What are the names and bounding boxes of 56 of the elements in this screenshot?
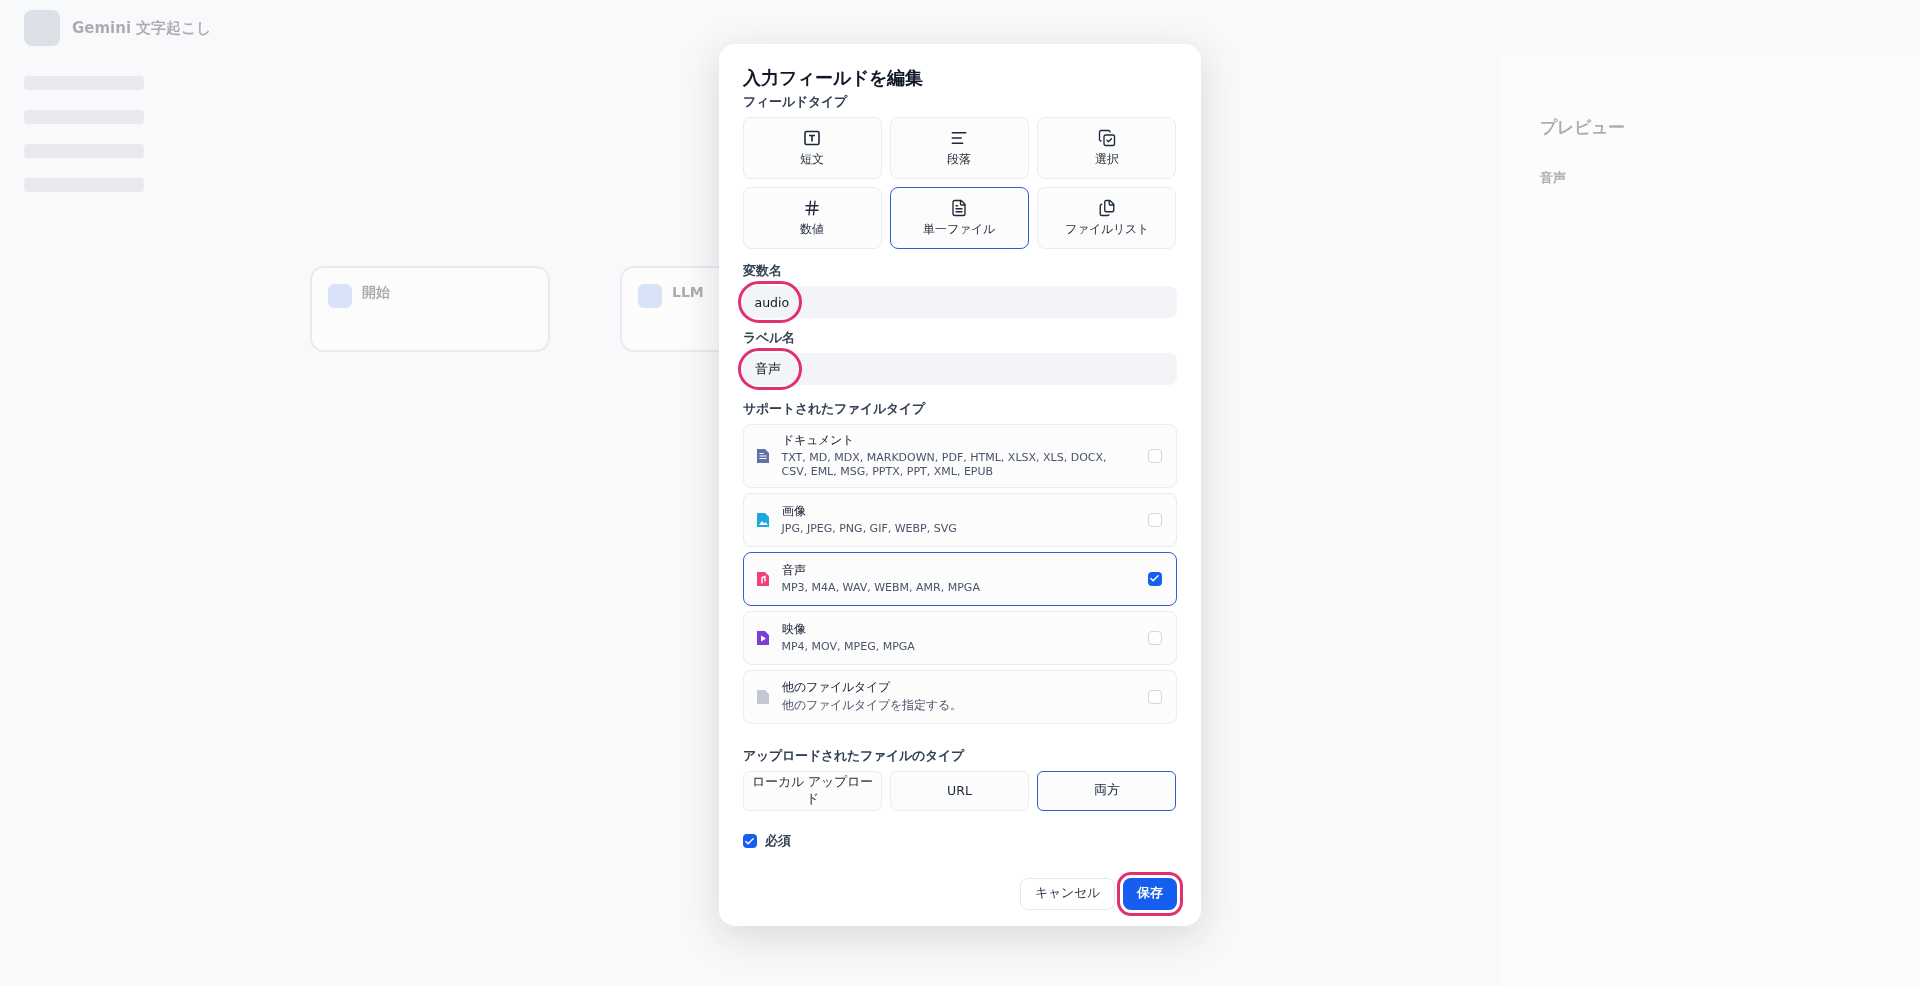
document-icon: [950, 198, 969, 217]
field-type-option[interactable]: 短文: [742, 117, 882, 179]
file-type-name: 他のファイルタイプ: [781, 679, 892, 697]
checkbox[interactable]: [742, 834, 757, 849]
hash-icon: [803, 198, 822, 217]
required-label: 必須: [764, 832, 791, 850]
checkbox[interactable]: [1147, 630, 1162, 645]
node-title: 開始: [362, 284, 390, 302]
file-type-option[interactable]: 画像 JPG, JPEG, PNG, GIF, WEBP, SVG: [742, 492, 1177, 547]
file-type-name: 画像: [781, 502, 807, 520]
file-type-option[interactable]: 映像 MP4, MOV, MPEG, MPGA: [742, 610, 1177, 665]
file-type-description: 他のファイルタイプを指定する。: [781, 698, 963, 714]
field-type-option[interactable]: 単一ファイル: [889, 187, 1030, 249]
section-label: サポートされたファイルタイプ: [742, 401, 927, 418]
image-file-icon: [755, 511, 770, 528]
field-label: ラベル名: [742, 330, 796, 347]
checkbox[interactable]: [1147, 512, 1162, 527]
file-type-formats: MP4, MOV, MPEG, MPGA: [781, 639, 916, 655]
input-field[interactable]: 音声: [742, 353, 1177, 385]
stacked-files-icon: [1097, 198, 1116, 217]
cancel-button[interactable]: キャンセル: [1019, 877, 1115, 910]
text-box-icon: [803, 128, 822, 147]
field-label: 変数名: [742, 263, 783, 280]
app-title: Gemini 文字起こし: [72, 18, 212, 38]
file-type-formats: TXT, MD, MDX, MARKDOWN, PDF, HTML, XLSX, XLS, DOCX, CSV, EML, MSG, PPTX, PPT, XML, EPUB: [781, 451, 1108, 480]
file-type-formats: MP3, M4A, WAV, WEBM, AMR, MPGA: [781, 580, 981, 596]
blank-file-icon: [755, 688, 770, 705]
checkbox[interactable]: [1147, 689, 1162, 704]
save-button[interactable]: 保存: [1122, 877, 1177, 910]
dialog-title: 入力フィールドを編集: [742, 66, 924, 90]
preview-field-label: 音声: [1540, 169, 1567, 187]
video-file-icon: [755, 629, 770, 646]
file-type-option[interactable]: 他のファイルタイプ 他のファイルタイプを指定する。: [742, 669, 1177, 724]
section-label: フィールドタイプ: [742, 94, 849, 111]
input-field[interactable]: audio: [742, 286, 1177, 318]
preview-title: プレビュー: [1540, 116, 1626, 139]
node-title: LLM: [672, 284, 704, 300]
upload-method-option[interactable]: 両方: [1037, 770, 1177, 811]
document-file-icon: [755, 447, 770, 464]
checkbox[interactable]: [1147, 571, 1162, 586]
field-type-option[interactable]: 選択: [1037, 117, 1177, 179]
field-type-option[interactable]: 数値: [742, 187, 882, 249]
section-label: アップロードされたファイルのタイプ: [742, 747, 966, 765]
field-type-option[interactable]: ファイルリスト: [1037, 187, 1177, 249]
upload-method-option[interactable]: ローカル アップロード: [742, 770, 882, 811]
stacked-check-icon: [1097, 128, 1116, 147]
file-type-formats: JPG, JPEG, PNG, GIF, WEBP, SVG: [781, 521, 958, 537]
checkbox[interactable]: [1147, 448, 1162, 463]
upload-method-option[interactable]: URL: [889, 770, 1030, 811]
field-type-option[interactable]: 段落: [889, 117, 1030, 179]
file-type-option[interactable]: ドキュメント TXT, MD, MDX, MARKDOWN, PDF, HTML, XLSX, XLS, DOCX, CSV, EML, MSG, PPTX, PPT, XML, EPUB: [742, 424, 1177, 488]
file-type-option[interactable]: 音声 MP3, M4A, WAV, WEBM, AMR, MPGA: [742, 551, 1177, 606]
file-type-name: 音声: [781, 561, 807, 579]
music-file-icon: [755, 570, 770, 587]
file-type-name: ドキュメント: [781, 432, 855, 449]
file-type-name: 映像: [781, 620, 807, 638]
